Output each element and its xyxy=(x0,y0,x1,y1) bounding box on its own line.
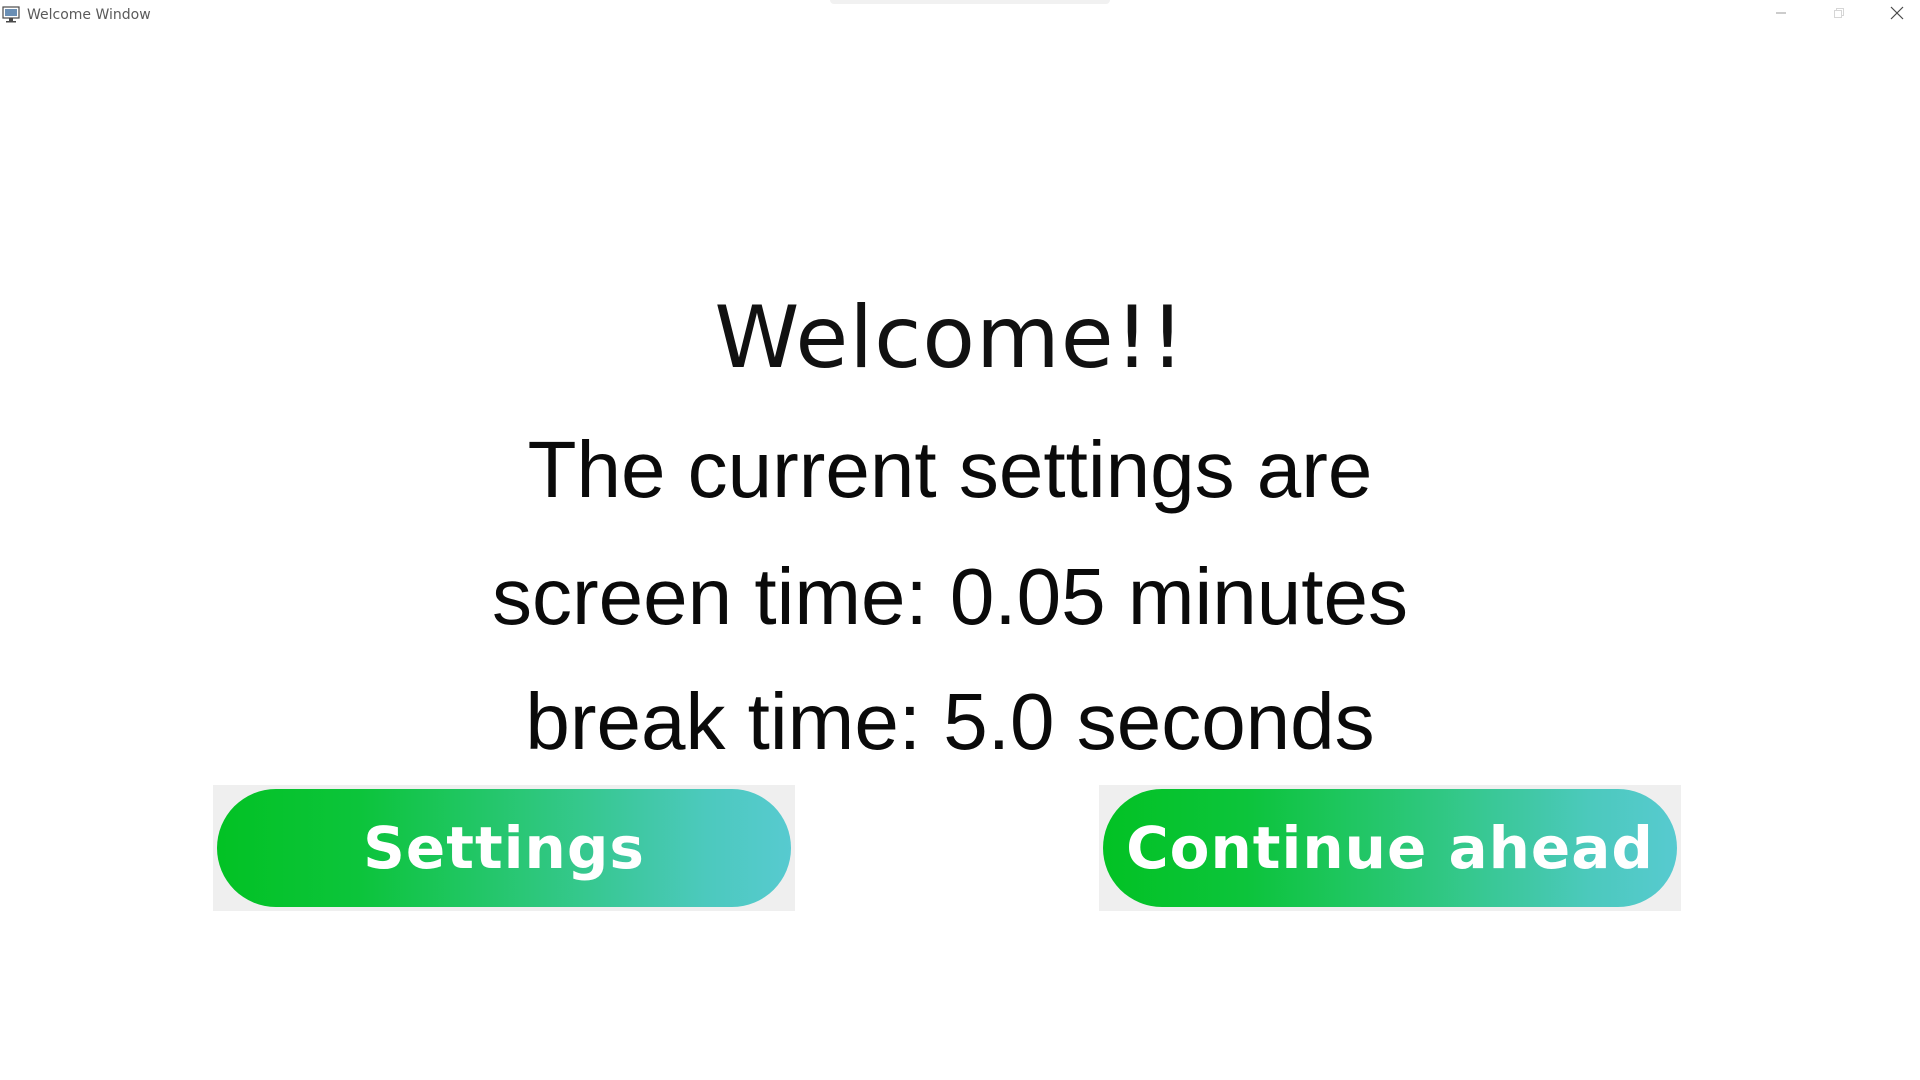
settings-intro-text: The current settings are xyxy=(527,425,1373,514)
welcome-window: Welcome Window Welcome!! The current set… xyxy=(0,0,1920,1080)
minimize-icon xyxy=(1775,6,1787,24)
screen-time-text: screen time: 0.05 minutes xyxy=(492,552,1408,641)
close-icon xyxy=(1890,6,1904,25)
continue-ahead-button[interactable]: Continue ahead xyxy=(1103,789,1677,907)
close-button[interactable] xyxy=(1868,0,1920,30)
snap-layout-hint xyxy=(830,0,1110,4)
minimize-button[interactable] xyxy=(1752,0,1810,30)
monitor-icon xyxy=(2,6,20,23)
maximize-button[interactable] xyxy=(1810,0,1868,30)
welcome-heading: Welcome!! xyxy=(714,288,1186,388)
break-time-text: break time: 5.0 seconds xyxy=(525,677,1375,766)
settings-button-frame: Settings xyxy=(213,785,795,911)
title-bar[interactable]: Welcome Window xyxy=(0,0,1920,30)
continue-button-frame: Continue ahead xyxy=(1099,785,1681,911)
settings-button[interactable]: Settings xyxy=(217,789,791,907)
restore-icon xyxy=(1833,6,1845,24)
window-title: Welcome Window xyxy=(27,7,151,23)
settings-button-label: Settings xyxy=(363,814,645,882)
continue-button-label: Continue ahead xyxy=(1126,814,1654,882)
